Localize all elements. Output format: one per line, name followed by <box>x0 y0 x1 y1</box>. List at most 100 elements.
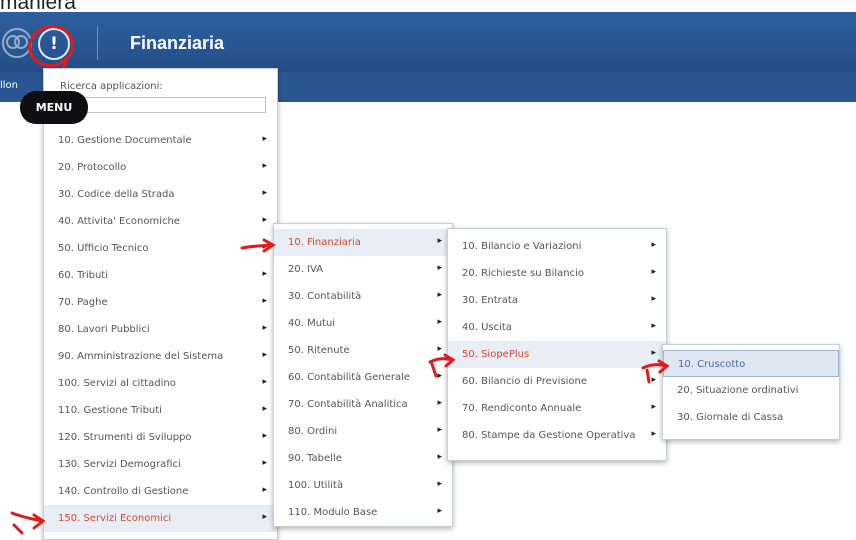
finanziaria-submenu-item-label: 50. SiopePlus <box>462 349 530 360</box>
finanziaria-menu-item[interactable]: 50. Ritenute ▸ <box>274 337 452 364</box>
main-menu-item[interactable]: 110. Gestione Tributi ▸ <box>44 397 277 424</box>
siopeplus-menu-list: 10. Cruscotto 20. Situazione ordinativi 30… <box>663 350 839 431</box>
finanziaria-submenu-item[interactable]: 30. Entrata ▸ <box>448 287 666 314</box>
main-menu-item-label: 140. Controllo di Gestione <box>58 486 189 497</box>
main-menu-item-label: 130. Servizi Demografici <box>58 459 181 470</box>
subbar-label: llon <box>0 80 19 91</box>
finanziaria-submenu-item[interactable]: 60. Bilancio di Previsione ▸ <box>448 368 666 395</box>
finanziaria-menu-item[interactable]: 90. Tabelle ▸ <box>274 445 452 472</box>
main-menu-item[interactable]: 150. Servizi Economici ▸ <box>44 505 277 532</box>
submenu-chevron-icon: ▸ <box>437 452 442 462</box>
main-menu-item-label: 110. Gestione Tributi <box>58 405 162 416</box>
finanziaria-submenu-list: 10. Bilancio e Variazioni ▸ 20. Richieste … <box>448 233 666 449</box>
siopeplus-menu-item-label: 30. Giornale di Cassa <box>677 412 784 423</box>
main-menu-item[interactable]: 30. Codice della Strada ▸ <box>44 181 277 208</box>
main-menu-item-label: 10. Gestione Documentale <box>58 135 192 146</box>
submenu-chevron-icon: ▸ <box>262 377 267 387</box>
main-menu-item-label: 30. Codice della Strada <box>58 189 175 200</box>
annotation-arrow-siopeplus <box>428 353 456 378</box>
finanziaria-submenu-item[interactable]: 40. Uscita ▸ <box>448 314 666 341</box>
main-menu-item[interactable]: 140. Controllo di Gestione ▸ <box>44 478 277 505</box>
submenu-chevron-icon: ▸ <box>262 188 267 198</box>
finanziaria-menu-item-label: 20. IVA <box>288 264 324 275</box>
finanziaria-menu-item[interactable]: 20. IVA ▸ <box>274 256 452 283</box>
finanziaria-menu-item[interactable]: 10. Finanziaria ▸ <box>274 229 452 256</box>
finanziaria-menu-item[interactable]: 110. Modulo Base ▸ <box>274 499 452 526</box>
submenu-chevron-icon: ▸ <box>262 404 267 414</box>
submenu-chevron-icon: ▸ <box>437 290 442 300</box>
finanziaria-menu-item[interactable]: 70. Contabilità Analitica ▸ <box>274 391 452 418</box>
main-menu-item[interactable]: 70. Paghe ▸ <box>44 289 277 316</box>
menu-tooltip: MENU <box>20 91 88 124</box>
submenu-chevron-icon: ▸ <box>651 429 656 439</box>
submenu-chevron-icon: ▸ <box>437 506 442 516</box>
submenu-chevron-icon: ▸ <box>437 317 442 327</box>
main-menu-item-label: 70. Paghe <box>58 297 108 308</box>
finanziaria-menu-item[interactable]: 40. Mutui ▸ <box>274 310 452 337</box>
finanziaria-menu-item-label: 60. Contabilità Generale <box>288 372 411 383</box>
submenu-chevron-icon: ▸ <box>262 458 267 468</box>
siopeplus-menu-item[interactable]: 30. Giornale di Cassa <box>663 404 839 431</box>
main-menu-item[interactable]: 40. Attivita' Economiche ▸ <box>44 208 277 235</box>
main-menu-item[interactable]: 60. Tributi ▸ <box>44 262 277 289</box>
main-menu-item[interactable]: 80. Lavori Pubblici ▸ <box>44 316 277 343</box>
finanziaria-menu-item[interactable]: 30. Contabilità ▸ <box>274 283 452 310</box>
finanziaria-submenu-item-label: 30. Entrata <box>462 295 518 306</box>
main-menu-item-label: 90. Amministrazione del Sistema <box>58 351 224 362</box>
annotation-arrow-servizi-economici <box>10 511 46 535</box>
finanziaria-menu-item[interactable]: 80. Ordini ▸ <box>274 418 452 445</box>
app-header: ! Finanziaria <box>0 12 856 72</box>
finanziaria-menu-item[interactable]: 60. Contabilità Generale ▸ <box>274 364 452 391</box>
finanziaria-menu-item-label: 40. Mutui <box>288 318 336 329</box>
submenu-chevron-icon: ▸ <box>262 512 267 522</box>
finanziaria-submenu-item-label: 80. Stampe da Gestione Operativa <box>462 430 636 441</box>
submenu-chevron-icon: ▸ <box>262 215 267 225</box>
main-menu-item-label: 120. Strumenti di Sviluppo <box>58 432 192 443</box>
finanziaria-menu-item-label: 50. Ritenute <box>288 345 350 356</box>
submenu-chevron-icon: ▸ <box>437 398 442 408</box>
finanziaria-submenu-item[interactable]: 50. SiopePlus ▸ <box>448 341 666 368</box>
submenu-chevron-icon: ▸ <box>651 321 656 331</box>
main-menu-item[interactable]: 130. Servizi Demografici ▸ <box>44 451 277 478</box>
search-input[interactable] <box>60 97 266 113</box>
finanziaria-submenu-item[interactable]: 70. Rendiconto Annuale ▸ <box>448 395 666 422</box>
main-menu-item-label: 80. Lavori Pubblici <box>58 324 150 335</box>
finanziaria-submenu-item-label: 60. Bilancio di Previsione <box>462 376 588 387</box>
main-menu-list: 10. Gestione Documentale ▸ 20. Protocollo ▸… <box>44 127 277 532</box>
siopeplus-menu-item[interactable]: 20. Situazione ordinativi <box>663 377 839 404</box>
finanziaria-submenu-item[interactable]: 20. Richieste su Bilancio ▸ <box>448 260 666 287</box>
finanziaria-menu-item-label: 70. Contabilità Analitica <box>288 399 408 410</box>
submenu-chevron-icon: ▸ <box>651 240 656 250</box>
main-menu-item[interactable]: 90. Amministrazione del Sistema ▸ <box>44 343 277 370</box>
main-menu-item[interactable]: 120. Strumenti di Sviluppo ▸ <box>44 424 277 451</box>
annotation-arrow-finanziaria <box>240 238 276 253</box>
finanziaria-submenu-item[interactable]: 10. Bilancio e Variazioni ▸ <box>448 233 666 260</box>
submenu-chevron-icon: ▸ <box>262 350 267 360</box>
finanziaria-submenu-item-label: 40. Uscita <box>462 322 512 333</box>
finanziaria-menu-item-label: 10. Finanziaria <box>288 237 361 248</box>
siopeplus-menu-item[interactable]: 10. Cruscotto <box>663 350 839 377</box>
main-menu-item[interactable]: 20. Protocollo ▸ <box>44 154 277 181</box>
annotation-arrow-cruscotto <box>641 359 670 384</box>
main-menu-item[interactable]: 10. Gestione Documentale ▸ <box>44 127 277 154</box>
finanziaria-menu-list: 10. Finanziaria ▸ 20. IVA ▸ 30. Contabilità ▸… <box>274 229 452 526</box>
finanziaria-submenu-item[interactable]: 80. Stampe da Gestione Operativa ▸ <box>448 422 666 449</box>
main-menu-item[interactable]: 100. Servizi al cittadino ▸ <box>44 370 277 397</box>
submenu-chevron-icon: ▸ <box>262 296 267 306</box>
finanziaria-menu-item[interactable]: 100. Utilità ▸ <box>274 472 452 499</box>
main-menu-item-label: 20. Protocollo <box>58 162 127 173</box>
submenu-chevron-icon: ▸ <box>437 479 442 489</box>
search-label: Ricerca applicazioni: <box>60 81 163 92</box>
finanziaria-menu-item-label: 100. Utilità <box>288 480 344 491</box>
main-menu-item-label: 50. Ufficio Tecnico <box>58 243 149 254</box>
app-title: Finanziaria <box>130 33 225 53</box>
submenu-chevron-icon: ▸ <box>437 425 442 435</box>
finanziaria-submenu-item-label: 10. Bilancio e Variazioni <box>462 241 582 252</box>
submenu-chevron-icon: ▸ <box>262 485 267 495</box>
submenu-chevron-icon: ▸ <box>651 402 656 412</box>
submenu-chevron-icon: ▸ <box>437 263 442 273</box>
finanziaria-submenu-item-label: 70. Rendiconto Annuale <box>462 403 582 414</box>
main-menu-item-label: 150. Servizi Economici <box>58 513 172 524</box>
finanziaria-menu-item-label: 110. Modulo Base <box>288 507 378 518</box>
finanziaria-menu-item-label: 30. Contabilità <box>288 291 362 302</box>
